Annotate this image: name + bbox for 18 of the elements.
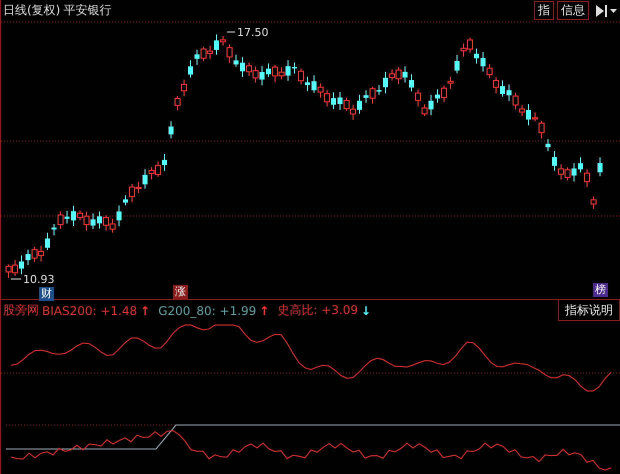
indicator-help-button[interactable]: 指标说明 xyxy=(558,300,620,321)
toolbar-button[interactable]: 信息 xyxy=(557,1,589,20)
indicator-reading: G200_80: +1.99 xyxy=(158,304,256,318)
play-dropdown-icon[interactable] xyxy=(594,4,618,18)
period-label: 日线(复权) xyxy=(3,2,60,19)
toolbar-button[interactable]: 指 xyxy=(534,1,554,20)
trend-arrow: ↓ xyxy=(361,304,372,318)
indicator-name: 股旁网 xyxy=(3,302,39,319)
low-price-callout: 10.93 xyxy=(10,273,54,286)
event-marker[interactable]: 榜 xyxy=(593,283,608,297)
event-marker[interactable]: 财 xyxy=(39,287,54,301)
stock-name: 平安银行 xyxy=(63,2,112,19)
indicator-reading: 史高比: +3.09 xyxy=(277,302,358,319)
event-marker[interactable]: 涨 xyxy=(173,285,188,299)
high-price-callout: 17.50 xyxy=(226,26,268,39)
trend-arrow: ↑ xyxy=(259,304,270,318)
trend-arrow: ↑ xyxy=(140,304,150,318)
indicator-reading: BIAS200: +1.48 xyxy=(42,304,138,318)
